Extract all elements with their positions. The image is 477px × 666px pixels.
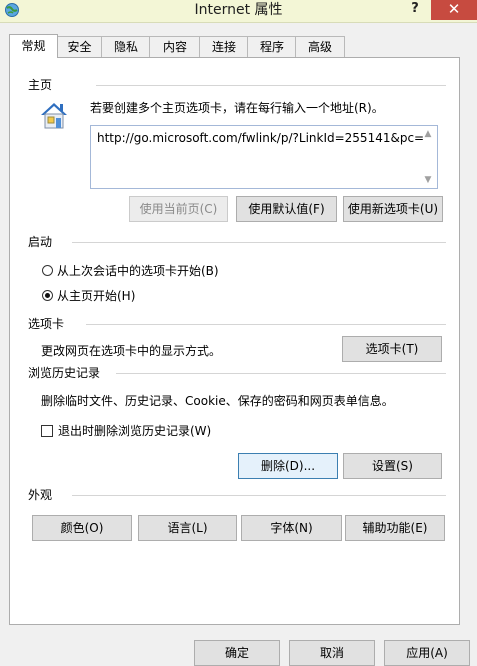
radio-last-session-label[interactable]: 从上次会话中的选项卡开始(B) <box>57 264 219 278</box>
tabs-section-title: 选项卡 <box>28 317 65 331</box>
close-button[interactable]: ✕ <box>431 0 477 20</box>
help-button[interactable]: ? <box>404 0 426 18</box>
delete-on-exit-checkbox[interactable] <box>41 425 53 437</box>
tab-security[interactable]: 安全 <box>56 36 103 57</box>
tab-privacy[interactable]: 隐私 <box>101 36 151 57</box>
history-divider <box>116 373 446 374</box>
general-tab-panel: 主页 若要创建多个主页选项卡，请在每行输入一个地址(R)。 http://go.… <box>9 57 460 625</box>
radio-home-page[interactable] <box>42 290 53 301</box>
accessibility-button[interactable]: 辅助功能(E) <box>345 515 445 541</box>
startup-divider <box>72 242 446 243</box>
house-icon <box>41 103 67 129</box>
tab-content[interactable]: 内容 <box>149 36 201 57</box>
radio-last-session[interactable] <box>42 265 53 276</box>
url-scrollbar[interactable]: ▲ ▼ <box>420 127 436 187</box>
appearance-divider <box>72 495 446 496</box>
cancel-button[interactable]: 取消 <box>289 640 375 666</box>
title-bar: Internet 属性 ? ✕ <box>0 0 477 23</box>
startup-section-title: 启动 <box>28 235 53 249</box>
delete-history-button[interactable]: 删除(D)... <box>238 453 338 479</box>
tab-advanced[interactable]: 高级 <box>295 36 345 57</box>
tab-programs[interactable]: 程序 <box>247 36 297 57</box>
ok-button[interactable]: 确定 <box>194 640 280 666</box>
scroll-up-icon[interactable]: ▲ <box>420 127 436 141</box>
apply-button[interactable]: 应用(A) <box>384 640 470 666</box>
use-new-tab-button[interactable]: 使用新选项卡(U) <box>343 196 443 222</box>
history-description: 删除临时文件、历史记录、Cookie、保存的密码和网页表单信息。 <box>41 394 394 408</box>
homepage-instruction: 若要创建多个主页选项卡，请在每行输入一个地址(R)。 <box>90 101 384 115</box>
appearance-section-title: 外观 <box>28 488 53 502</box>
tab-connections[interactable]: 连接 <box>199 36 249 57</box>
fonts-button[interactable]: 字体(N) <box>241 515 342 541</box>
history-section-title: 浏览历史记录 <box>28 366 101 380</box>
use-current-button[interactable]: 使用当前页(C) <box>129 196 228 222</box>
radio-home-page-label[interactable]: 从主页开始(H) <box>57 289 135 303</box>
scroll-down-icon[interactable]: ▼ <box>420 173 436 187</box>
homepage-url-value: http://go.microsoft.com/fwlink/p/?LinkId… <box>97 131 425 145</box>
delete-on-exit-label[interactable]: 退出时删除浏览历史记录(W) <box>58 424 211 438</box>
history-settings-button[interactable]: 设置(S) <box>343 453 442 479</box>
tabs-description: 更改网页在选项卡中的显示方式。 <box>41 344 222 358</box>
tabs-settings-button[interactable]: 选项卡(T) <box>342 336 442 362</box>
colors-button[interactable]: 颜色(O) <box>32 515 132 541</box>
use-default-button[interactable]: 使用默认值(F) <box>236 196 337 222</box>
homepage-divider <box>96 85 446 86</box>
homepage-section-title: 主页 <box>28 78 53 92</box>
tab-general[interactable]: 常规 <box>9 34 58 58</box>
homepage-url-input[interactable]: http://go.microsoft.com/fwlink/p/?LinkId… <box>90 125 438 189</box>
tabs-divider <box>86 324 446 325</box>
languages-button[interactable]: 语言(L) <box>138 515 237 541</box>
